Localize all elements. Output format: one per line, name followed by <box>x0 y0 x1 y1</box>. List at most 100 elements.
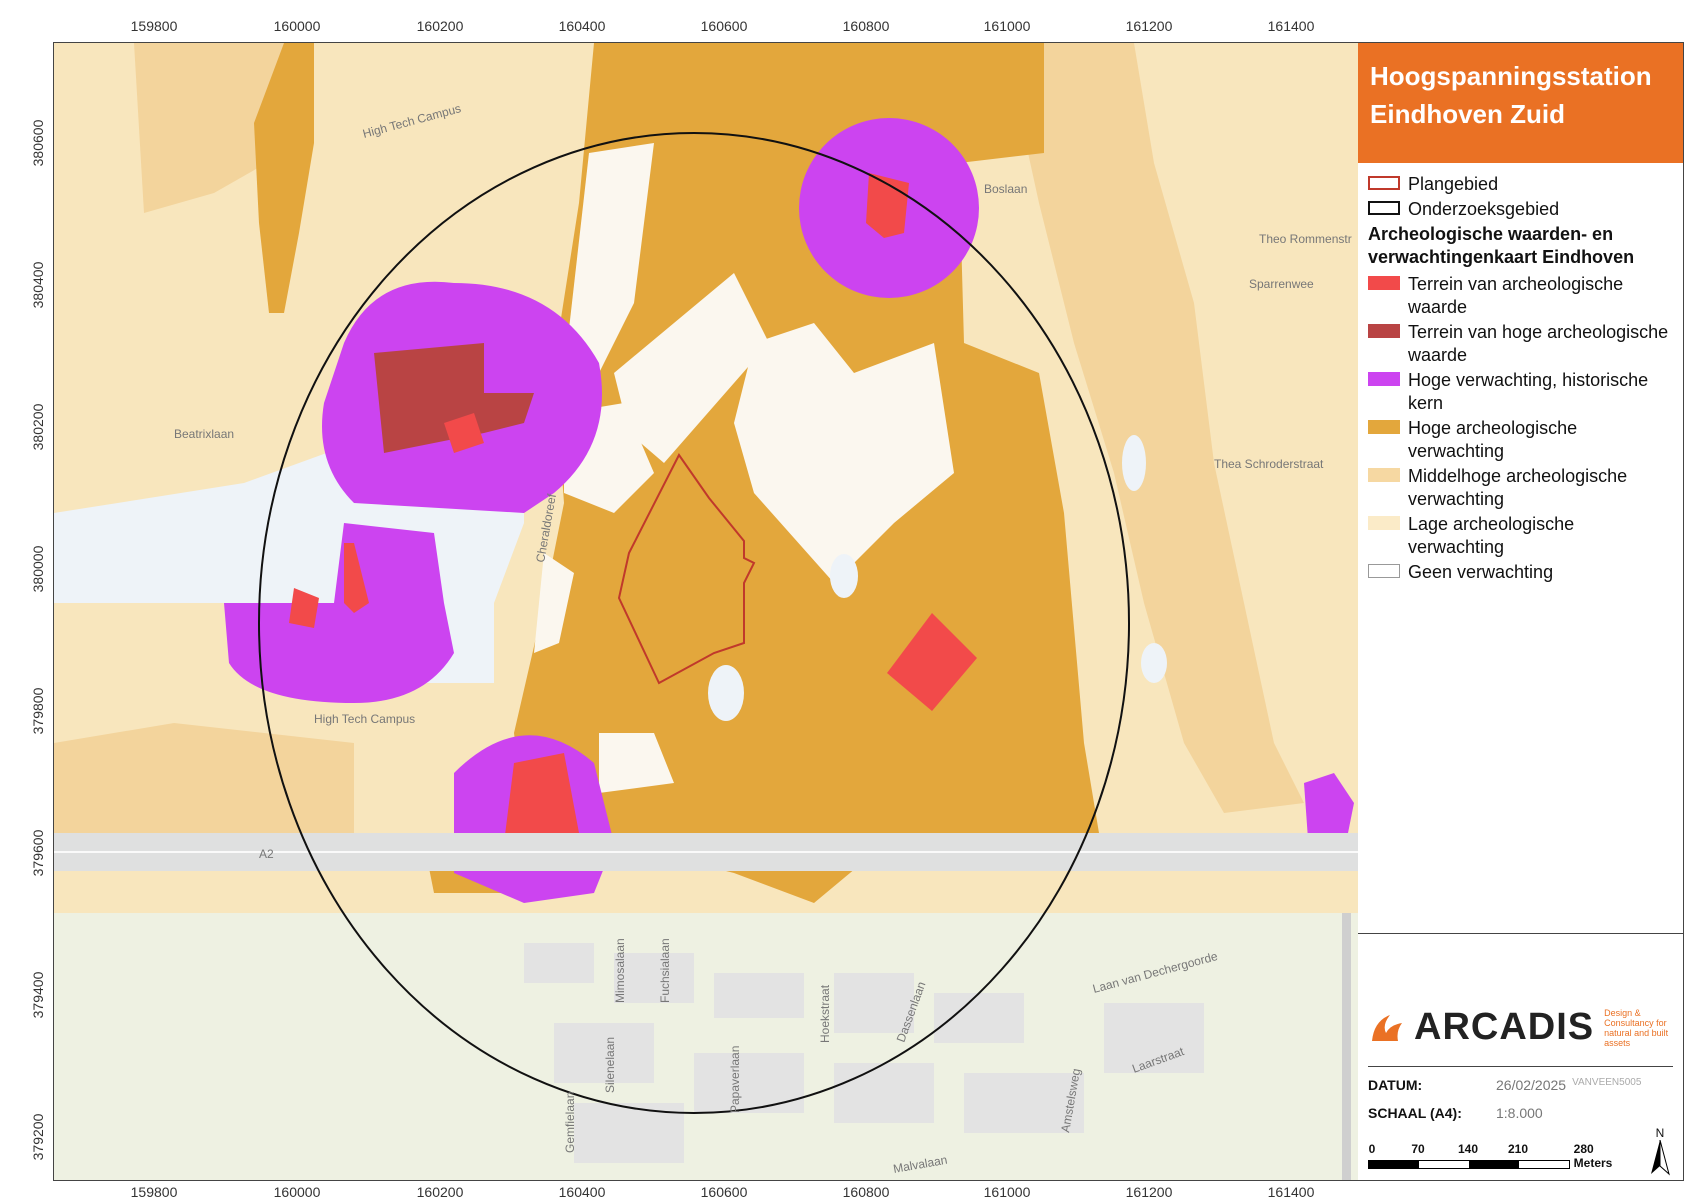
x-tick: 161000 <box>983 18 1031 34</box>
legend-heading: Archeologische waarden- en verwachtingen… <box>1368 224 1635 267</box>
scale-bar-labels: 0 70 140 210 280 Meters <box>1368 1142 1613 1170</box>
street-label: High Tech Campus <box>314 712 415 726</box>
railway <box>1342 913 1351 1180</box>
water-pocket <box>830 554 858 598</box>
street-label: Fuchsialaan <box>658 938 672 1003</box>
legend-item-historische-kern: Hoge verwachting, historische kern <box>1368 369 1673 415</box>
x-tick: 160400 <box>558 1184 606 1200</box>
map-svg: A2 High Tech Campus High Tech Campus Bea… <box>54 43 1359 1180</box>
legend-swatch <box>1368 201 1400 215</box>
x-tick: 160400 <box>558 18 606 34</box>
date-row: DATUM: 26/02/2025 VANVEEN5005 <box>1368 1077 1673 1093</box>
legend-item-terrein-waarde: Terrein van archeologische waarde <box>1368 273 1673 319</box>
y-tick: 379200 <box>30 1113 46 1161</box>
water-pocket <box>1141 643 1167 683</box>
map-canvas[interactable]: A2 High Tech Campus High Tech Campus Bea… <box>53 42 1360 1181</box>
legend-swatch <box>1368 176 1400 190</box>
legend-swatch <box>1368 372 1400 386</box>
y-tick: 380600 <box>30 119 46 167</box>
logo-tagline: Design & Consultancy for natural and bui… <box>1604 1007 1669 1048</box>
scale-tick: 0 <box>1368 1142 1376 1156</box>
street-label: Sparrenwee <box>1249 277 1314 291</box>
date-value: 26/02/2025 <box>1496 1077 1567 1093</box>
scale-tick: 70 <box>1411 1142 1425 1156</box>
x-tick: 160600 <box>700 18 748 34</box>
legend-item-terrein-hoge-waarde: Terrein van hoge archeologische waarde <box>1368 321 1673 367</box>
map-title-line2: Eindhoven Zuid <box>1370 99 1565 129</box>
legend-label: Lage archeologische verwachting <box>1408 514 1575 557</box>
street-label: Hoekstraat <box>818 984 832 1043</box>
x-tick: 160600 <box>700 1184 748 1200</box>
x-tick: 160800 <box>842 1184 890 1200</box>
scale-bar-graphic <box>1368 1160 1570 1169</box>
legend-swatch <box>1368 324 1400 338</box>
legend-swatch <box>1368 420 1400 434</box>
panel-footer: ARCADIS Design & Consultancy for natural… <box>1358 933 1683 1181</box>
legend-label: Geen verwachting <box>1408 562 1554 582</box>
north-label: N <box>1655 1126 1665 1140</box>
scale-tick: 210 <box>1507 1142 1529 1156</box>
author-value: VANVEEN5005 <box>1572 1077 1642 1088</box>
legend-label: Terrein van archeologische waarde <box>1408 274 1624 317</box>
street-label: Beatrixlaan <box>174 427 234 441</box>
legend-label: Middelhoge archeologische verwachting <box>1408 466 1628 509</box>
x-tick: 161000 <box>983 1184 1031 1200</box>
legend-label: Terrein van hoge archeologische waarde <box>1408 322 1669 365</box>
arcadis-logo: ARCADIS Design & Consultancy for natural… <box>1368 1006 1690 1049</box>
x-tick: 159800 <box>130 18 178 34</box>
legend-swatch <box>1368 516 1400 530</box>
arcadis-flame-icon <box>1372 1014 1402 1041</box>
x-tick: 161200 <box>1125 1184 1173 1200</box>
street-label: Gemfielaan <box>563 1092 577 1153</box>
scale-tick: 140 <box>1457 1142 1479 1156</box>
x-tick: 160200 <box>416 18 464 34</box>
legend-panel: Hoogspanningsstation Eindhoven Zuid Plan… <box>1358 42 1684 1181</box>
y-tick: 380400 <box>30 261 46 309</box>
x-tick: 160800 <box>842 18 890 34</box>
date-label: DATUM: <box>1368 1077 1423 1093</box>
x-tick: 160000 <box>273 18 321 34</box>
legend: Plangebied Onderzoeksgebied Archeologisc… <box>1358 163 1683 584</box>
legend-label: Hoge archeologische verwachting <box>1408 418 1578 461</box>
street-label: Thea Schroderstraat <box>1214 457 1324 471</box>
scale-bar: 0 70 140 210 280 Meters <box>1368 1142 1613 1170</box>
legend-item-middelhoge-verwachting: Middelhoge archeologische verwachting <box>1368 465 1673 511</box>
legend-label: Plangebied <box>1408 174 1499 194</box>
x-tick: 160200 <box>416 1184 464 1200</box>
map-title-box: Hoogspanningsstation Eindhoven Zuid <box>1358 43 1683 163</box>
y-tick: 380200 <box>30 403 46 451</box>
legend-item-geen-verwachting: Geen verwachting <box>1368 561 1673 584</box>
logo-text: ARCADIS <box>1414 1006 1595 1048</box>
legend-item-lage-verwachting: Lage archeologische verwachting <box>1368 513 1673 559</box>
water-pocket <box>708 665 744 721</box>
y-tick: 379600 <box>30 829 46 877</box>
legend-item-onderzoeksgebied: Onderzoeksgebied <box>1368 198 1673 221</box>
legend-item-hoge-verwachting: Hoge archeologische verwachting <box>1368 417 1673 463</box>
street-label: Papaverlaan <box>728 1046 742 1113</box>
archeologische-waarde-terrain <box>866 173 909 238</box>
x-tick: 160000 <box>273 1184 321 1200</box>
legend-swatch <box>1368 276 1400 290</box>
y-tick: 379400 <box>30 971 46 1019</box>
legend-label: Hoge verwachting, historische kern <box>1408 370 1649 413</box>
north-arrow-icon <box>1651 1139 1670 1176</box>
x-tick: 161200 <box>1125 18 1173 34</box>
legend-swatch <box>1368 468 1400 482</box>
y-tick: 380000 <box>30 545 46 593</box>
scale-value: 1:8.000 <box>1496 1105 1543 1121</box>
legend-swatch <box>1368 564 1400 578</box>
map-title-line1: Hoogspanningsstation <box>1370 61 1652 91</box>
highway-label: A2 <box>259 847 274 861</box>
scale-tick: 280 Meters <box>1573 1142 1613 1170</box>
x-tick: 161400 <box>1267 18 1315 34</box>
scale-row: SCHAAL (A4): 1:8.000 <box>1368 1105 1673 1121</box>
map-metadata: DATUM: 26/02/2025 VANVEEN5005 SCHAAL (A4… <box>1368 1066 1673 1133</box>
middelhoge-zone <box>54 723 354 833</box>
street-label: Silenelaan <box>603 1037 617 1093</box>
y-tick: 379800 <box>30 687 46 735</box>
north-arrow: N <box>1649 1126 1671 1179</box>
street-label: Boslaan <box>984 182 1027 196</box>
legend-item-plangebied: Plangebied <box>1368 173 1673 196</box>
legend-label: Onderzoeksgebied <box>1408 199 1560 219</box>
x-tick: 159800 <box>130 1184 178 1200</box>
